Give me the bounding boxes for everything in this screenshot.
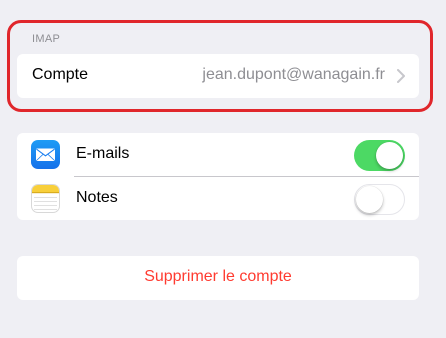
mail-toggle-label: E-mails: [76, 145, 130, 162]
notes-toggle-switch[interactable]: [354, 184, 405, 215]
mail-icon: [31, 140, 60, 169]
list-item-notes: Notes: [17, 177, 419, 220]
notes-toggle-label: Notes: [76, 189, 118, 206]
services-card: E-mails Notes: [17, 133, 419, 220]
delete-account-label: Supprimer le compte: [144, 268, 292, 285]
highlight-outline: [7, 20, 433, 112]
list-item-mail: E-mails: [17, 133, 419, 176]
toggle-knob: [376, 142, 403, 169]
toggle-knob: [355, 185, 383, 213]
notes-icon: [31, 184, 60, 213]
mail-toggle-switch[interactable]: [354, 140, 405, 171]
delete-account-button[interactable]: Supprimer le compte: [17, 256, 419, 300]
